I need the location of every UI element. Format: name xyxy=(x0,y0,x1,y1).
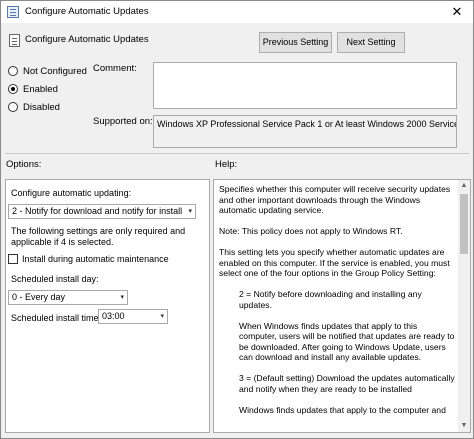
help-paragraph: This setting lets you specify whether au… xyxy=(219,247,450,278)
help-paragraph: Windows finds updates that apply to the … xyxy=(239,404,446,415)
help-paragraph: 2 = Notify before downloading and instal… xyxy=(239,289,422,310)
radio-disabled[interactable]: Disabled xyxy=(8,100,60,114)
policy-icon xyxy=(7,6,19,18)
install-time-select[interactable]: 03:00 ▾ xyxy=(98,309,168,324)
help-text: Specifies whether this computer will rec… xyxy=(219,184,457,426)
configure-updating-label: Configure automatic updating: xyxy=(11,188,132,198)
install-time-value: 03:00 xyxy=(102,311,125,321)
close-button[interactable]: ✕ xyxy=(441,1,473,23)
radio-not-configured-circle[interactable] xyxy=(8,66,18,76)
scroll-down-icon[interactable]: ▼ xyxy=(458,420,470,432)
help-label: Help: xyxy=(215,159,238,170)
install-day-select[interactable]: 0 - Every day ▾ xyxy=(8,290,128,305)
maintenance-option[interactable]: Install during automatic maintenance xyxy=(8,254,169,264)
radio-enabled[interactable]: Enabled xyxy=(8,82,58,96)
settings-note: The following settings are only required… xyxy=(11,226,186,247)
help-paragraph: Specifies whether this computer will rec… xyxy=(219,184,451,215)
install-day-label: Scheduled install day: xyxy=(11,274,99,284)
chevron-down-icon: ▾ xyxy=(188,208,192,215)
configure-updating-value: 2 - Notify for download and notify for i… xyxy=(12,206,183,216)
scroll-thumb[interactable] xyxy=(460,194,468,254)
radio-disabled-label: Disabled xyxy=(23,101,60,113)
setting-title: Configure Automatic Updates xyxy=(25,34,149,45)
chevron-down-icon: ▾ xyxy=(160,313,164,320)
radio-enabled-label: Enabled xyxy=(23,83,58,95)
window-title: Configure Automatic Updates xyxy=(25,6,149,17)
section-divider xyxy=(5,153,469,154)
comment-label: Comment: xyxy=(93,63,137,74)
radio-not-configured-label: Not Configured xyxy=(23,65,87,77)
radio-not-configured[interactable]: Not Configured xyxy=(8,64,87,78)
install-time-label: Scheduled install time: xyxy=(11,313,102,323)
scroll-up-icon[interactable]: ▲ xyxy=(458,180,470,192)
setting-icon xyxy=(9,34,20,47)
help-paragraph: 3 = (Default setting) Download the updat… xyxy=(239,373,455,394)
radio-disabled-circle[interactable] xyxy=(8,102,18,112)
options-panel: Configure automatic updating: 2 - Notify… xyxy=(5,179,210,433)
policy-window: Configure Automatic Updates ✕ Configure … xyxy=(0,0,474,439)
maintenance-label: Install during automatic maintenance xyxy=(22,254,169,264)
maintenance-checkbox[interactable] xyxy=(8,254,18,264)
comment-field[interactable] xyxy=(153,62,457,109)
radio-enabled-circle[interactable] xyxy=(8,84,18,94)
help-paragraph: Note: This policy does not apply to Wind… xyxy=(219,226,403,236)
configure-updating-select[interactable]: 2 - Notify for download and notify for i… xyxy=(8,204,196,219)
install-day-value: 0 - Every day xyxy=(12,292,66,302)
next-setting-button[interactable]: Next Setting xyxy=(337,32,405,53)
help-scrollbar[interactable]: ▲ ▼ xyxy=(458,180,470,432)
supported-on-label: Supported on: xyxy=(93,116,153,127)
chevron-down-icon: ▾ xyxy=(120,294,124,301)
previous-setting-button[interactable]: Previous Setting xyxy=(259,32,332,53)
help-panel[interactable]: Specifies whether this computer will rec… xyxy=(213,179,471,433)
options-label: Options: xyxy=(6,159,42,170)
help-paragraph: When Windows finds updates that apply to… xyxy=(239,320,455,363)
title-bar[interactable]: Configure Automatic Updates ✕ xyxy=(1,1,473,23)
supported-on-value: Windows XP Professional Service Pack 1 o… xyxy=(153,115,457,148)
